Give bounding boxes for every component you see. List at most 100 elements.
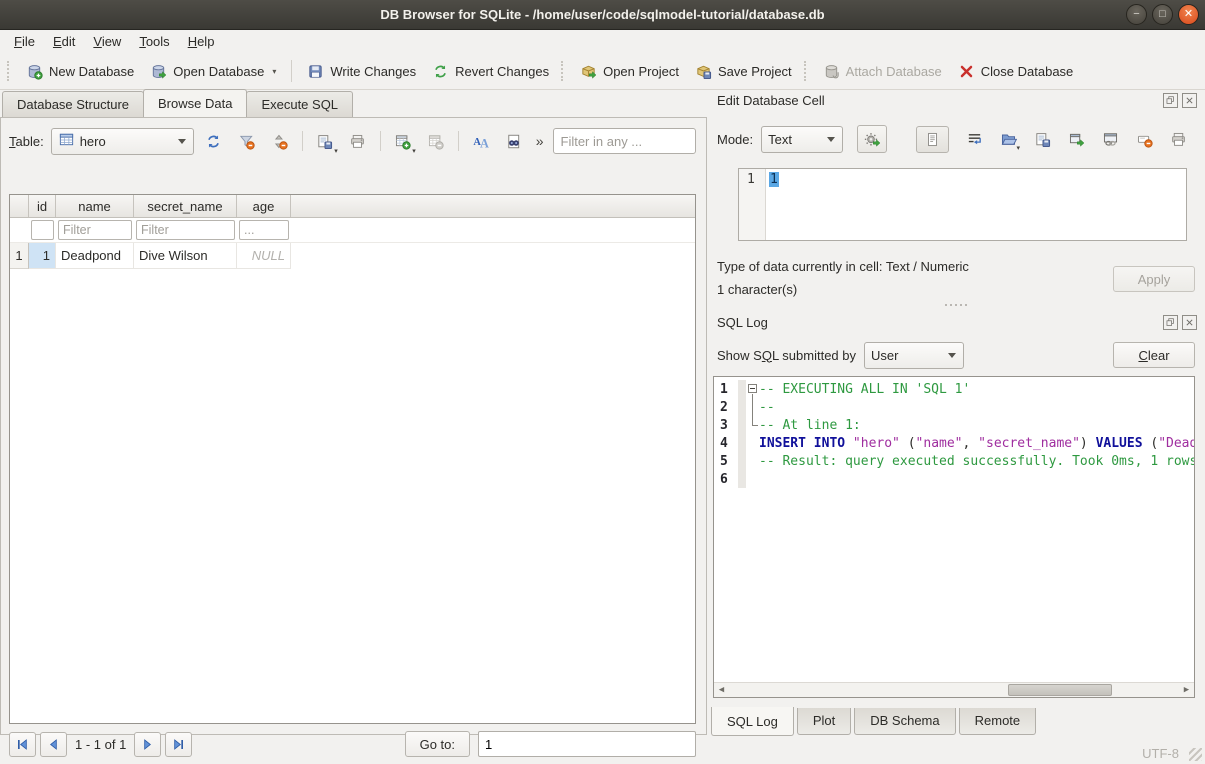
goto-button[interactable]: Go to: <box>405 731 470 757</box>
tab-execute-sql[interactable]: Execute SQL <box>246 91 353 117</box>
goto-input[interactable] <box>478 731 696 757</box>
bottom-tab-db-schema[interactable]: DB Schema <box>854 708 955 735</box>
sql-submitter-value: User <box>871 348 940 363</box>
dropdown-caret-icon[interactable]: ▾ <box>272 67 276 76</box>
float-dock-button[interactable] <box>1163 93 1178 108</box>
export-window-button[interactable] <box>1068 131 1085 148</box>
scroll-left-arrow[interactable]: ◀ <box>714 683 729 697</box>
dropdown-caret-icon[interactable]: ▾ <box>1016 144 1020 152</box>
open-database-button[interactable]: Open Database▾ <box>142 58 284 85</box>
save-project-button[interactable]: Save Project <box>687 58 800 85</box>
fold-margin <box>738 452 746 470</box>
horizontal-scrollbar[interactable]: ◀ ▶ <box>714 682 1194 697</box>
column-header-age[interactable]: age <box>237 195 291 217</box>
edit-cell-mode-row: Mode: Text ▾ <box>717 124 1187 154</box>
next-record-button[interactable] <box>134 732 161 757</box>
dropdown-caret-icon[interactable]: ▾ <box>334 147 338 155</box>
column-header-id[interactable]: id <box>29 195 56 217</box>
row-number[interactable]: 1 <box>10 243 29 269</box>
column-filter-input[interactable] <box>58 220 132 240</box>
column-filter-input[interactable] <box>239 220 289 240</box>
save-results-button[interactable]: ▾ <box>312 128 338 154</box>
column-filter-input[interactable] <box>31 220 54 240</box>
set-null-button[interactable] <box>1136 131 1153 148</box>
scroll-right-arrow[interactable]: ▶ <box>1179 683 1194 697</box>
resize-grip[interactable] <box>1189 748 1202 761</box>
close-dock-button[interactable] <box>1182 315 1197 330</box>
find-in-table-button[interactable] <box>501 128 527 154</box>
refresh-button[interactable] <box>201 128 227 154</box>
dock-splitter-handle[interactable] <box>707 301 1205 308</box>
insert-record-button[interactable]: ▾ <box>390 128 416 154</box>
close-database-button[interactable]: Close Database <box>950 58 1082 85</box>
grid-body: 11DeadpondDive WilsonNULL <box>10 243 695 269</box>
cell-secret-name[interactable]: Dive Wilson <box>134 243 237 269</box>
cell-age[interactable]: NULL <box>237 243 291 269</box>
sql-submitter-select[interactable]: User <box>864 342 964 369</box>
new-database-button[interactable]: New Database <box>18 58 142 85</box>
revert-changes-button[interactable]: Revert Changes <box>424 58 557 85</box>
word-wrap-button[interactable] <box>966 131 983 148</box>
menu-tools[interactable]: Tools <box>130 31 178 52</box>
grid-filter-row <box>10 218 695 243</box>
fold-marker <box>746 416 759 434</box>
column-header-secret-name[interactable]: secret_name <box>134 195 237 217</box>
close-button[interactable]: ✕ <box>1178 4 1199 25</box>
cell-name[interactable]: Deadpond <box>56 243 134 269</box>
link-window-button[interactable] <box>1102 131 1119 148</box>
link-window-icon <box>1102 131 1119 148</box>
previous-record-button[interactable] <box>40 732 67 757</box>
write-changes-button[interactable]: Write Changes <box>299 58 424 85</box>
clear-filters-button[interactable] <box>234 128 260 154</box>
menu-edit[interactable]: Edit <box>44 31 84 52</box>
auto-apply-button[interactable] <box>857 125 887 153</box>
last-record-button[interactable] <box>165 732 192 757</box>
menu-file[interactable]: File <box>5 31 44 52</box>
sql-token: VALUES <box>1096 436 1143 451</box>
print-icon <box>1170 131 1187 148</box>
import-file-button[interactable]: ▾ <box>1000 131 1017 148</box>
fold-marker <box>746 452 759 470</box>
clear-log-button[interactable]: Clear <box>1113 342 1195 368</box>
font-settings-button[interactable]: AA <box>468 128 494 154</box>
tab-browse-data[interactable]: Browse Data <box>143 89 247 117</box>
grid-corner-header[interactable] <box>10 195 29 217</box>
scrollbar-track[interactable] <box>729 683 1179 697</box>
fold-margin <box>738 434 746 452</box>
minimize-button[interactable]: − <box>1126 4 1147 25</box>
nav-last-icon <box>171 737 186 752</box>
open-project-button[interactable]: Open Project <box>572 58 687 85</box>
open-database-icon <box>150 63 167 80</box>
log-line-number: 3 <box>714 418 738 433</box>
tab-database-structure[interactable]: Database Structure <box>2 91 144 117</box>
close-dock-button[interactable] <box>1182 93 1197 108</box>
table-select[interactable]: hero <box>51 128 194 155</box>
first-record-button[interactable] <box>9 732 36 757</box>
fold-marker[interactable] <box>746 380 759 398</box>
log-line-text: -- EXECUTING ALL IN 'SQL 1' <box>759 382 1194 397</box>
bottom-tab-sql-log[interactable]: SQL Log <box>711 707 794 736</box>
float-dock-button[interactable] <box>1163 315 1178 330</box>
sql-log-line: 4INSERT INTO "hero" ("name", "secret_nam… <box>714 434 1194 452</box>
menu-view[interactable]: View <box>84 31 130 52</box>
toolbar-overflow-chevron[interactable]: » <box>534 133 546 149</box>
dropdown-caret-icon[interactable]: ▾ <box>412 147 416 155</box>
save-as-button[interactable] <box>1034 131 1051 148</box>
scrollbar-thumb[interactable] <box>1008 684 1112 696</box>
column-header-name[interactable]: name <box>56 195 134 217</box>
close-database-icon <box>958 63 975 80</box>
bottom-tab-plot[interactable]: Plot <box>797 708 851 735</box>
print-button[interactable] <box>345 128 371 154</box>
clear-sorting-button[interactable] <box>267 128 293 154</box>
cell-editor[interactable]: 1 1 <box>738 168 1187 241</box>
column-filter-input[interactable] <box>136 220 235 240</box>
clear-filters-icon <box>238 133 255 150</box>
bottom-tab-remote[interactable]: Remote <box>959 708 1037 735</box>
cell-id[interactable]: 1 <box>29 243 56 269</box>
mode-select[interactable]: Text <box>761 126 843 153</box>
maximize-button[interactable]: □ <box>1152 4 1173 25</box>
menu-help[interactable]: Help <box>179 31 224 52</box>
filter-any-input[interactable] <box>553 128 696 154</box>
print-button[interactable] <box>1170 131 1187 148</box>
text-view-button[interactable] <box>916 126 949 153</box>
